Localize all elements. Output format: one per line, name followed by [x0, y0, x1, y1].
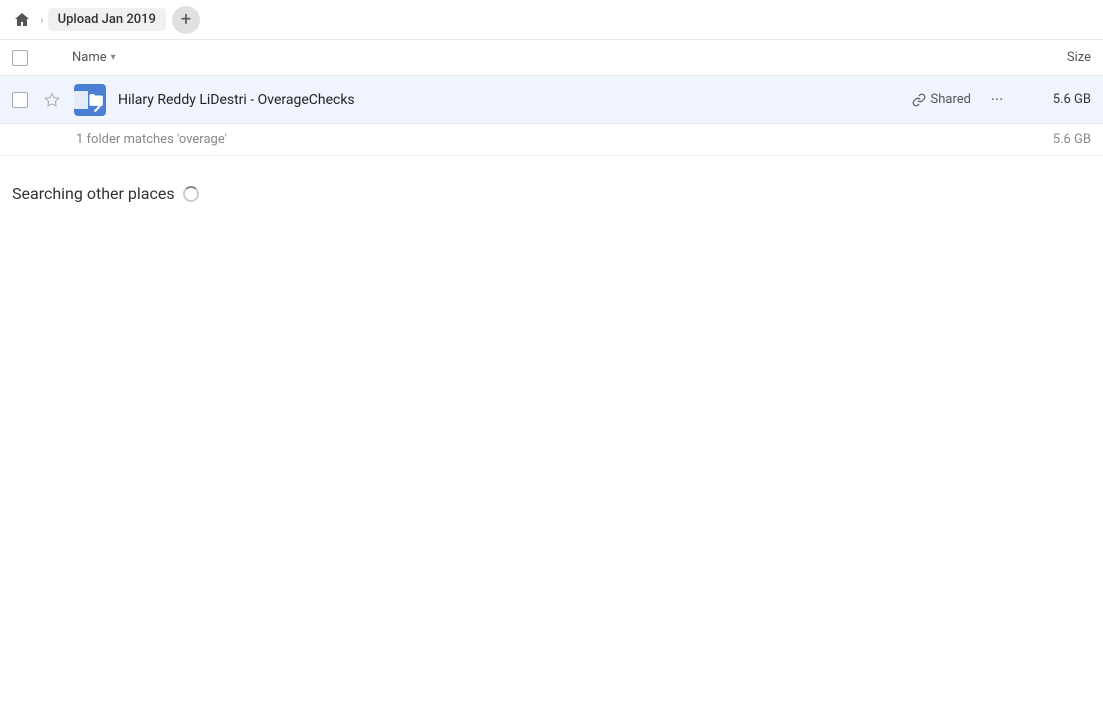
breadcrumb-separator: › — [40, 13, 44, 27]
file-icon-container — [72, 82, 108, 118]
file-name: Hilary Reddy LiDestri - OverageChecks — [118, 92, 912, 108]
more-icon: ··· — [991, 90, 1004, 109]
more-options-button[interactable]: ··· — [983, 86, 1011, 114]
checkbox-icon[interactable] — [12, 92, 28, 108]
select-all-checkbox[interactable] — [12, 50, 44, 66]
loading-spinner — [183, 186, 199, 202]
table-row[interactable]: Hilary Reddy LiDestri - OverageChecks Sh… — [0, 76, 1103, 124]
match-text: 1 folder matches 'overage' — [76, 132, 1011, 147]
shared-label: Shared — [931, 92, 971, 107]
searching-section: Searching other places — [0, 156, 1103, 215]
size-column-header: Size — [1011, 50, 1091, 65]
searching-text: Searching other places — [12, 184, 175, 203]
home-button[interactable] — [8, 6, 36, 34]
breadcrumb-bar: › Upload Jan 2019 + — [0, 0, 1103, 40]
file-actions: Shared ··· — [912, 86, 1011, 114]
checkbox-icon[interactable] — [12, 50, 28, 66]
breadcrumb-title[interactable]: Upload Jan 2019 — [48, 8, 166, 31]
file-size: 5.6 GB — [1011, 92, 1091, 107]
star-icon — [44, 92, 60, 108]
add-button[interactable]: + — [172, 6, 200, 34]
folder-icon — [74, 84, 106, 116]
match-info-row: 1 folder matches 'overage' 5.6 GB — [0, 124, 1103, 156]
name-column-header[interactable]: Name ▾ — [72, 50, 1011, 65]
shared-badge: Shared — [912, 92, 971, 107]
sort-arrow-icon: ▾ — [111, 52, 116, 63]
column-headers: Name ▾ Size — [0, 40, 1103, 76]
name-column-label: Name — [72, 50, 107, 65]
home-icon — [14, 12, 30, 28]
link-icon — [912, 93, 926, 107]
row-checkbox[interactable] — [12, 92, 44, 108]
star-button[interactable] — [44, 92, 72, 108]
pencil-icon — [93, 103, 103, 113]
match-size: 5.6 GB — [1011, 132, 1091, 147]
searching-label: Searching other places — [12, 184, 1091, 203]
